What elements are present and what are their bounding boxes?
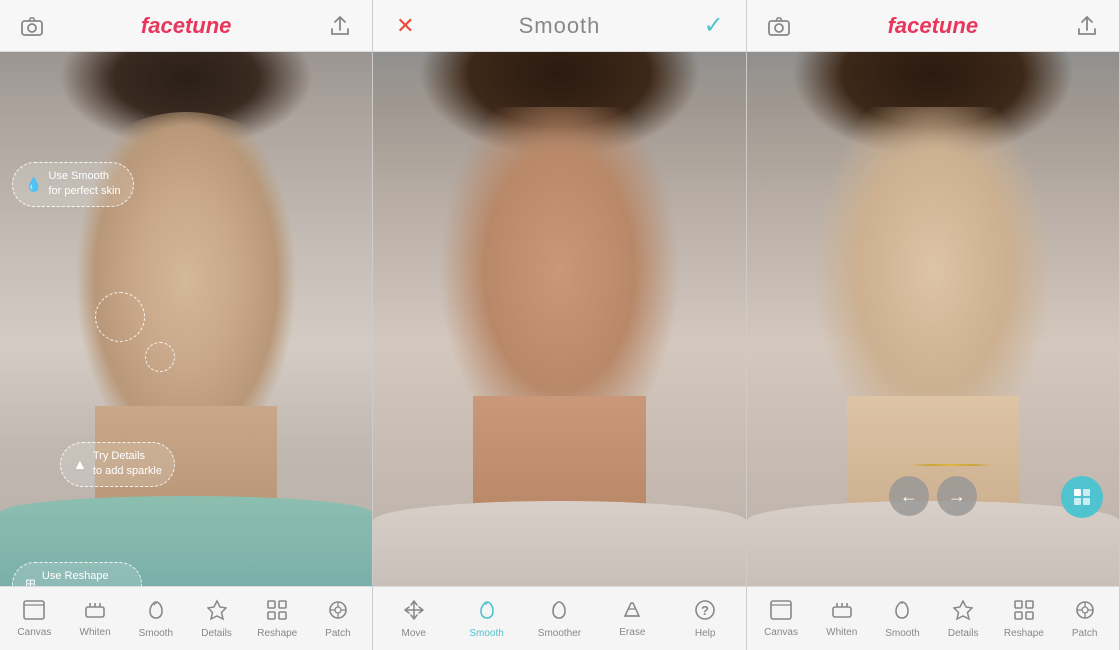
canvas-label: Canvas [17,627,51,638]
tool-canvas-left[interactable]: Canvas [10,596,58,642]
smoother-icon [548,599,570,625]
whiten-label: Whiten [80,627,111,638]
prev-arrow[interactable]: ← [889,476,929,516]
tool-erase-mid[interactable]: Erase [608,596,656,642]
left-image-area: 💧 Use Smoothfor perfect skin ▲ Try Detai… [0,52,372,586]
whiten-label-right: Whiten [826,627,857,638]
share-icon-right[interactable] [1071,10,1103,42]
move-label: Move [402,628,426,639]
patch-icon [327,599,349,625]
tool-details-left[interactable]: Details [193,595,241,643]
right-panel: facetune ← → [747,0,1120,650]
right-image-area[interactable]: ← → [747,52,1119,586]
middle-panel: ✕ Smooth ✓ Move Smooth [373,0,746,650]
left-topbar: facetune [0,0,372,52]
canvas-icon [23,600,45,624]
smooth-icon [145,599,167,625]
help-label: Help [695,628,716,639]
tool-smooth-right[interactable]: Smooth [878,595,926,643]
smoother-label: Smoother [538,628,581,639]
right-topbar: facetune [747,0,1119,52]
reshape-label-right: Reshape [1004,628,1044,639]
erase-icon [621,600,643,624]
camera-icon-left[interactable] [16,10,48,42]
svg-text:?: ? [701,603,709,618]
middle-topbar: ✕ Smooth ✓ [373,0,745,52]
right-toolbar: Canvas Whiten Smooth Details Reshape [747,586,1119,650]
tool-whiten-right[interactable]: Whiten [818,596,866,642]
patch-label-right: Patch [1072,628,1098,639]
smooth-mid-label: Smooth [469,628,503,639]
reshape-icon [266,599,288,625]
confirm-button[interactable]: ✓ [698,10,730,42]
patch-label: Patch [325,628,351,639]
whiten-icon-right [831,600,853,624]
panel-title: Smooth [519,13,601,39]
camera-icon-right[interactable] [763,10,795,42]
canvas-label-right: Canvas [764,627,798,638]
smooth-active-icon [476,599,498,625]
next-arrow[interactable]: → [937,476,977,516]
smooth-label-right: Smooth [885,628,919,639]
help-icon: ? [694,599,716,625]
whiten-icon [84,600,106,624]
tool-help-mid[interactable]: ? Help [681,595,729,643]
tool-patch-left[interactable]: Patch [314,595,362,643]
middle-toolbar: Move Smooth Smoother Erase ? Help [373,586,745,650]
move-icon [403,599,425,625]
patch-icon-right [1074,599,1096,625]
logo-right: facetune [888,13,979,39]
tool-smooth-left[interactable]: Smooth [132,595,180,643]
smooth-icon-right [891,599,913,625]
middle-image-area[interactable] [373,52,745,586]
reshape-label: Reshape [257,628,297,639]
logo-left: facetune [141,13,232,39]
tool-move-mid[interactable]: Move [390,595,438,643]
share-icon-left[interactable] [324,10,356,42]
details-label: Details [201,628,232,639]
cancel-button[interactable]: ✕ [389,10,421,42]
tool-canvas-right[interactable]: Canvas [757,596,805,642]
erase-label: Erase [619,627,645,638]
tool-smooth-mid[interactable]: Smooth [463,595,511,643]
smooth-label: Smooth [139,628,173,639]
left-toolbar: Canvas Whiten Smooth Details Reshape [0,586,372,650]
fab-button[interactable] [1061,476,1103,518]
tool-reshape-right[interactable]: Reshape [1000,595,1048,643]
details-label-right: Details [948,628,979,639]
tool-smoother-mid[interactable]: Smoother [535,595,583,643]
tool-details-right[interactable]: Details [939,595,987,643]
details-icon-right [953,599,973,625]
left-panel: facetune 💧 Use Smoothfor perfec [0,0,373,650]
details-icon [207,599,227,625]
nav-arrows: ← → [889,476,977,516]
tool-whiten-left[interactable]: Whiten [71,596,119,642]
canvas-icon-right [770,600,792,624]
reshape-icon-right [1013,599,1035,625]
tool-patch-right[interactable]: Patch [1061,595,1109,643]
tool-reshape-left[interactable]: Reshape [253,595,301,643]
